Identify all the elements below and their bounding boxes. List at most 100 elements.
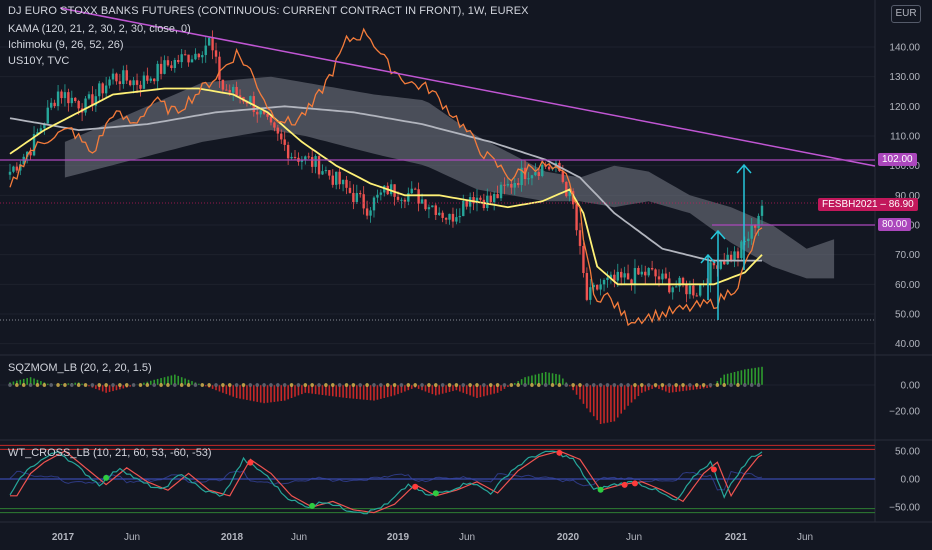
candle-body xyxy=(427,207,431,210)
candle-body xyxy=(486,195,489,209)
candle-body xyxy=(187,54,190,63)
candle-body xyxy=(606,277,609,280)
wt-tick-label: 0.00 xyxy=(901,475,921,486)
candle-body xyxy=(664,273,668,279)
candle-body xyxy=(565,181,568,197)
candle-body xyxy=(362,194,365,209)
level-102-badge: 102.00 xyxy=(878,153,917,166)
last-price-badge: FESBH2021 – 86.90 xyxy=(818,198,918,211)
candle-body xyxy=(441,212,444,218)
candle-body xyxy=(153,78,156,82)
candle-body xyxy=(640,271,644,275)
candle-body xyxy=(595,284,599,290)
candle-body xyxy=(541,164,544,177)
candle-body xyxy=(510,183,513,188)
candle-body xyxy=(183,54,187,56)
candle-body xyxy=(218,56,221,80)
candle-body xyxy=(74,97,77,101)
candle-body xyxy=(736,251,740,259)
time-tick-label: 2021 xyxy=(725,532,748,543)
candle-body xyxy=(256,111,259,115)
candle-body xyxy=(149,78,152,81)
candle-body xyxy=(468,197,472,207)
candle-body xyxy=(496,194,499,199)
candle-body xyxy=(273,122,276,128)
candle-body xyxy=(204,45,207,56)
time-tick-label: 2017 xyxy=(52,532,75,543)
candle-body xyxy=(142,75,146,89)
sqz-tick-label: 0.00 xyxy=(901,381,921,392)
ichimoku-legend[interactable]: Ichimoku (9, 26, 52, 26) xyxy=(8,38,124,52)
candle-body xyxy=(180,54,183,63)
chart-canvas[interactable]: 40.0050.0060.0070.0080.0090.00100.00110.… xyxy=(0,0,932,550)
candle-body xyxy=(517,183,520,186)
candle-body xyxy=(132,80,135,86)
candle-body xyxy=(328,170,331,176)
price-tick-label: 130.00 xyxy=(889,72,920,83)
candle-body xyxy=(101,83,104,94)
candle-body xyxy=(156,63,159,82)
candle-body xyxy=(201,55,204,58)
candle-body xyxy=(77,100,80,109)
time-axis[interactable]: 2017 Jun 2018 Jun 2019 Jun 2020 Jun 2021 Jun xyxy=(52,532,813,543)
candle-body xyxy=(276,127,280,134)
candle-body xyxy=(692,285,695,296)
price-tick-label: 110.00 xyxy=(890,132,920,143)
candle-body xyxy=(657,276,661,280)
sqzmom-legend[interactable]: SQZMOM_LB (20, 2, 20, 1.5) xyxy=(8,361,152,375)
candle-body xyxy=(283,139,286,145)
candle-body xyxy=(321,171,324,175)
currency-button[interactable]: EUR xyxy=(891,5,921,23)
sqzmom-pane xyxy=(0,366,875,424)
candle-body xyxy=(616,271,619,281)
time-tick-label: Jun xyxy=(459,532,475,543)
candle-body xyxy=(434,205,437,215)
kama-legend[interactable]: KAMA (120, 21, 2, 30, 2, 30, close, 0) xyxy=(8,22,191,36)
candle-body xyxy=(396,196,400,200)
candle-body xyxy=(341,179,345,185)
wt-cross-dot xyxy=(103,474,110,481)
candle-body xyxy=(417,189,420,204)
candle-body xyxy=(310,156,314,167)
candle-body xyxy=(671,287,674,293)
price-tick-label: 60.00 xyxy=(895,280,920,291)
candle-body xyxy=(335,171,338,185)
candle-body xyxy=(359,193,362,195)
candle-body xyxy=(290,156,293,159)
symbol-title[interactable]: DJ EURO STOXX BANKS FUTURES (CONTINUOUS:… xyxy=(8,4,529,18)
candle-body xyxy=(12,166,15,172)
time-tick-label: Jun xyxy=(797,532,813,543)
candle-body xyxy=(46,107,49,124)
candle-body xyxy=(266,113,269,117)
candle-body xyxy=(740,241,743,259)
wt-cross-dot xyxy=(597,486,604,493)
candle-body xyxy=(623,273,626,278)
wt-fast-line xyxy=(9,450,763,515)
candle-body xyxy=(355,193,359,203)
candle-body xyxy=(626,273,630,280)
candle-body xyxy=(15,166,19,171)
candle-body xyxy=(661,273,664,280)
candle-body xyxy=(338,171,341,185)
candle-body xyxy=(128,80,132,86)
candle-body xyxy=(757,215,760,228)
price-axis[interactable]: 40.0050.0060.0070.0080.0090.00100.00110.… xyxy=(889,43,920,514)
candle-body xyxy=(393,184,396,197)
candle-body xyxy=(8,171,12,175)
candle-body xyxy=(685,284,688,295)
wt-cross-legend[interactable]: WT_CROSS_LB (10, 21, 60, 53, -60, -53) xyxy=(8,446,212,460)
time-tick-label: Jun xyxy=(626,532,642,543)
us10y-legend[interactable]: US10Y, TVC xyxy=(8,54,69,68)
candle-body xyxy=(534,172,537,176)
candle-body xyxy=(259,110,262,115)
candle-body xyxy=(70,97,74,104)
candle-body xyxy=(56,91,60,107)
candle-body xyxy=(547,166,551,170)
candle-body xyxy=(228,90,231,93)
candle-body xyxy=(633,268,637,285)
wt-cross-dot xyxy=(621,481,628,488)
candle-body xyxy=(503,184,506,186)
candle-body xyxy=(207,37,211,46)
candle-body xyxy=(104,85,108,94)
candle-body xyxy=(424,199,427,210)
